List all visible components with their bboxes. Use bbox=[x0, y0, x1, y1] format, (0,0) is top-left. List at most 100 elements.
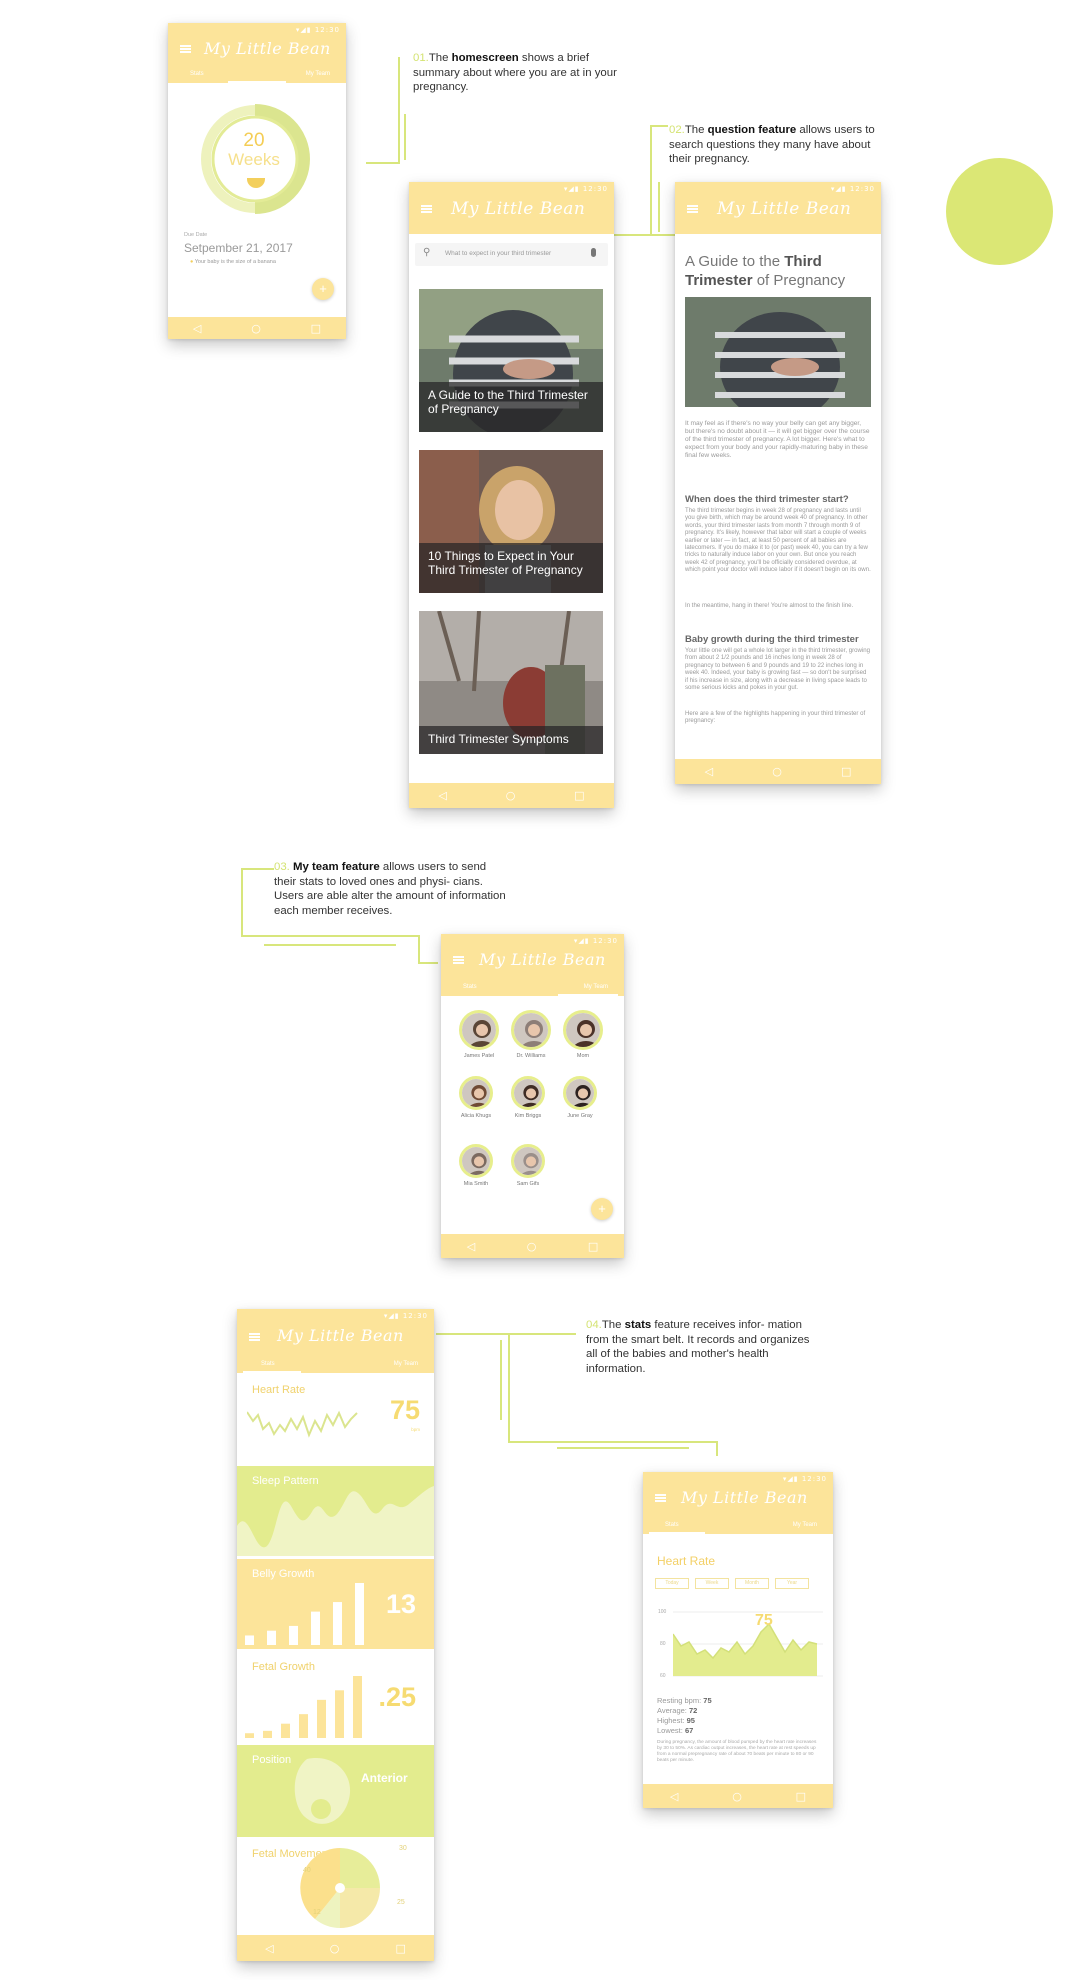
tab-my-team[interactable]: My Team bbox=[306, 71, 330, 77]
article-card[interactable]: A Guide to the Third Trimester of Pregna… bbox=[419, 289, 603, 432]
heart-rate-chart bbox=[673, 1611, 823, 1677]
nav-bar: ◁ ○ □ bbox=[168, 317, 346, 339]
article-card[interactable]: 10 Things to Expect in Your Third Trimes… bbox=[419, 450, 603, 593]
axis-tick: 60 bbox=[660, 1673, 666, 1679]
article-card-title: Third Trimester Symptoms bbox=[419, 726, 603, 754]
belly-growth-card[interactable]: Belly Growth 13 bbox=[237, 1559, 434, 1649]
movement-label: 40 bbox=[303, 1867, 311, 1874]
app-title: My Little Bean bbox=[681, 1488, 808, 1507]
menu-icon[interactable] bbox=[687, 205, 698, 213]
callout-question-feature: 02.The question feature allows users to … bbox=[669, 124, 875, 166]
status-bar: ▾◢▮ 12:30 bbox=[830, 185, 875, 193]
back-nav-icon[interactable]: ◁ bbox=[193, 323, 201, 334]
section-text: The third trimester begins in week 28 of… bbox=[685, 507, 871, 574]
status-bar: ▾◢▮ 12:30 bbox=[383, 1312, 428, 1320]
back-nav-icon[interactable]: ◁ bbox=[467, 1241, 475, 1252]
growth-bar bbox=[353, 1676, 362, 1738]
search-bar[interactable]: ⚲ What to expect in your third trimester bbox=[415, 243, 608, 266]
filter-year-button[interactable]: Year bbox=[775, 1578, 809, 1589]
app-bar: ▾◢▮ 12:30 My Little Bean Stats My Team bbox=[168, 23, 346, 83]
sleep-pattern-card[interactable]: Sleep Pattern bbox=[237, 1466, 434, 1556]
detail-title: Heart Rate bbox=[657, 1554, 716, 1568]
mic-icon[interactable] bbox=[591, 248, 596, 257]
add-member-fab[interactable]: + bbox=[591, 1198, 613, 1220]
recent-nav-icon[interactable]: □ bbox=[396, 1943, 406, 1954]
home-nav-icon[interactable]: ○ bbox=[506, 790, 516, 801]
member-avatar[interactable] bbox=[511, 1076, 545, 1110]
home-nav-icon[interactable]: ○ bbox=[251, 323, 261, 334]
position-card[interactable]: Position Anterior bbox=[237, 1745, 434, 1837]
recent-nav-icon[interactable]: □ bbox=[588, 1241, 598, 1252]
tab-stats[interactable]: Stats bbox=[665, 1522, 679, 1528]
callout-homescreen: 01.The homescreen shows a brief summary … bbox=[413, 52, 617, 94]
member-name: James Patel bbox=[463, 1053, 495, 1059]
app-title: My Little Bean bbox=[277, 1326, 404, 1345]
menu-icon[interactable] bbox=[421, 205, 432, 213]
tab-stats[interactable]: Stats bbox=[190, 71, 204, 77]
tab-my-team[interactable]: My Team bbox=[394, 1361, 418, 1367]
tab-indicator bbox=[228, 81, 286, 83]
phone-homescreen: ▾◢▮ 12:30 My Little Bean Stats My Team 2… bbox=[168, 23, 346, 339]
add-fab[interactable]: + bbox=[312, 278, 334, 300]
back-nav-icon[interactable]: ◁ bbox=[438, 790, 446, 801]
menu-icon[interactable] bbox=[655, 1494, 666, 1502]
recent-nav-icon[interactable]: □ bbox=[841, 766, 851, 777]
menu-icon[interactable] bbox=[453, 956, 464, 964]
recent-nav-icon[interactable]: □ bbox=[574, 790, 584, 801]
filter-week-button[interactable]: Week bbox=[695, 1578, 729, 1589]
callout-stats-feature: 04.The stats feature receives infor- mat… bbox=[586, 1319, 810, 1375]
back-nav-icon[interactable]: ◁ bbox=[705, 766, 713, 777]
back-nav-icon[interactable]: ◁ bbox=[265, 1943, 273, 1954]
recent-nav-icon[interactable]: □ bbox=[796, 1791, 806, 1802]
fetal-growth-bars bbox=[245, 1676, 362, 1738]
growth-bar bbox=[245, 1733, 254, 1738]
member-avatar[interactable] bbox=[459, 1144, 493, 1178]
member-avatar[interactable] bbox=[511, 1010, 551, 1050]
growth-bar bbox=[311, 1611, 320, 1645]
resting-bpm-row: Resting bpm: 75 bbox=[657, 1696, 712, 1705]
phone-stats: ▾◢▮ 12:30 My Little Bean Stats My Team H… bbox=[237, 1309, 434, 1961]
home-nav-icon[interactable]: ○ bbox=[772, 766, 782, 777]
lowest-row: Lowest: 67 bbox=[657, 1726, 694, 1735]
fetal-growth-value: .25 bbox=[378, 1682, 416, 1712]
article-section-1: When does the third trimester start? The… bbox=[685, 494, 871, 574]
fetal-growth-card[interactable]: Fetal Growth .25 bbox=[237, 1652, 434, 1742]
member-name: Mia Smith bbox=[463, 1181, 489, 1187]
heart-rate-value: 75 bbox=[389, 1395, 420, 1425]
heart-rate-card[interactable]: Heart Rate 75 bpm bbox=[237, 1375, 434, 1463]
stats-summary: Resting bpm: 75 Average: 72 Highest: 95 … bbox=[657, 1696, 712, 1736]
tab-my-team[interactable]: My Team bbox=[584, 984, 608, 990]
search-input[interactable]: What to expect in your third trimester bbox=[445, 250, 551, 257]
growth-bar bbox=[245, 1635, 254, 1645]
tab-stats[interactable]: Stats bbox=[463, 984, 477, 990]
tab-stats[interactable]: Stats bbox=[261, 1361, 275, 1367]
heart-rate-note: During pregnancy, the amount of blood pu… bbox=[657, 1740, 817, 1763]
time-filter-group: Today Week Month Year bbox=[655, 1578, 809, 1589]
member-avatar[interactable] bbox=[459, 1010, 499, 1050]
member-avatar[interactable] bbox=[563, 1010, 603, 1050]
back-nav-icon[interactable]: ◁ bbox=[670, 1791, 678, 1802]
app-bar: ▾◢▮ 12:30 My Little Bean bbox=[409, 182, 614, 234]
growth-bar bbox=[355, 1583, 364, 1645]
phone-questions: ▾◢▮ 12:30 My Little Bean ⚲ What to expec… bbox=[409, 182, 614, 808]
app-bar: ▾◢▮ 12:30 My Little Bean bbox=[675, 182, 881, 234]
menu-icon[interactable] bbox=[180, 45, 191, 53]
fetal-movement-card[interactable]: Fetal Movement 30 40 12 25 bbox=[237, 1839, 434, 1934]
filter-month-button[interactable]: Month bbox=[735, 1578, 769, 1589]
status-bar: ▾◢▮ 12:30 bbox=[573, 937, 618, 945]
tab-my-team[interactable]: My Team bbox=[793, 1522, 817, 1528]
member-avatar[interactable] bbox=[459, 1076, 493, 1110]
nav-bar: ◁ ○ □ bbox=[409, 783, 614, 808]
menu-icon[interactable] bbox=[249, 1333, 260, 1341]
member-avatar[interactable] bbox=[511, 1144, 545, 1178]
home-nav-icon[interactable]: ○ bbox=[330, 1943, 340, 1954]
filter-today-button[interactable]: Today bbox=[655, 1578, 689, 1589]
member-avatar[interactable] bbox=[563, 1076, 597, 1110]
home-nav-icon[interactable]: ○ bbox=[732, 1791, 742, 1802]
article-card[interactable]: Third Trimester Symptoms bbox=[419, 611, 603, 754]
home-nav-icon[interactable]: ○ bbox=[527, 1241, 537, 1252]
baby-size-note: ● Your baby is the size of a banana bbox=[190, 259, 276, 265]
recent-nav-icon[interactable]: □ bbox=[311, 323, 321, 334]
nav-bar: ◁ ○ □ bbox=[675, 759, 881, 784]
article-card-title: A Guide to the Third Trimester of Pregna… bbox=[419, 382, 603, 432]
